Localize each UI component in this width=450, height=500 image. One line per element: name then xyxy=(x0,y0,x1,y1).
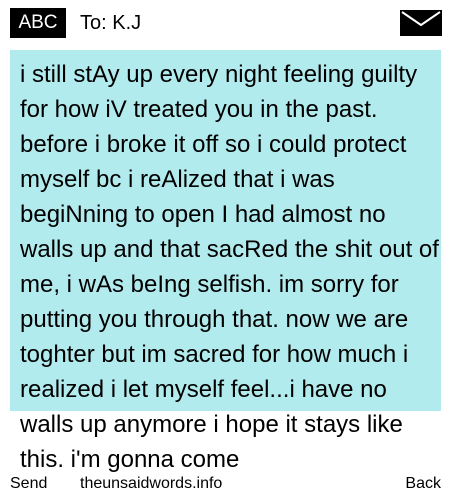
watermark-text: theunsaidwords.info xyxy=(80,475,223,492)
softkey-bar: Send theunsaidwords.info Back xyxy=(0,472,450,496)
envelope-icon xyxy=(400,10,442,36)
recipient-label: To: K.J xyxy=(80,12,142,34)
input-mode-badge[interactable]: ABC xyxy=(10,8,66,38)
send-softkey[interactable]: Send xyxy=(10,472,47,496)
message-text-field[interactable]: i still stAy up every night feeling guil… xyxy=(20,57,440,477)
phone-screen: ABC To: K.J i still stAy up every night … xyxy=(0,0,450,500)
message-header: ABC To: K.J xyxy=(0,0,450,48)
back-softkey[interactable]: Back xyxy=(405,472,441,496)
